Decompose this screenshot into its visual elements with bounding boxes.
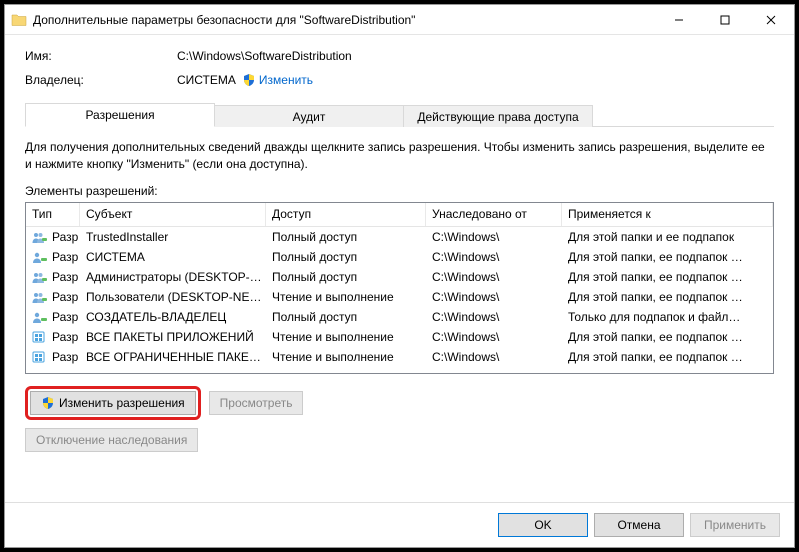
cancel-button[interactable]: Отмена (594, 513, 684, 537)
titlebar: Дополнительные параметры безопасности дл… (5, 5, 794, 35)
cell-access: Полный доступ (266, 270, 426, 284)
cell-applies: Для этой папки, ее подпапок … (562, 350, 773, 364)
maximize-button[interactable] (702, 5, 748, 35)
cell-subject: Пользователи (DESKTOP-NE… (80, 290, 266, 304)
disable-inheritance-button: Отключение наследования (25, 428, 198, 452)
col-subject[interactable]: Субъект (80, 203, 266, 226)
cell-subject: СОЗДАТЕЛЬ-ВЛАДЕЛЕЦ (80, 310, 266, 324)
view-button: Просмотреть (209, 391, 304, 415)
table-row[interactable]: Разр…ВСЕ ПАКЕТЫ ПРИЛОЖЕНИЙЧтение и выпол… (26, 327, 773, 347)
name-row: Имя: C:\Windows\SoftwareDistribution (25, 49, 774, 63)
cell-applies: Для этой папки, ее подпапок … (562, 330, 773, 344)
cell-inherit: C:\Windows\ (426, 330, 562, 344)
window-controls (656, 5, 794, 35)
shield-icon (242, 73, 256, 87)
cell-inherit: C:\Windows\ (426, 310, 562, 324)
section-label: Элементы разрешений: (25, 184, 774, 198)
content-area: Имя: C:\Windows\SoftwareDistribution Вла… (5, 35, 794, 502)
permissions-table: Тип Субъект Доступ Унаследовано от Приме… (25, 202, 774, 374)
cell-type: Разр… (26, 310, 80, 324)
tab-effective[interactable]: Действующие права доступа (403, 105, 593, 127)
cell-applies: Только для подпапок и файл… (562, 310, 773, 324)
cell-type: Разр… (26, 350, 80, 364)
cell-access: Полный доступ (266, 230, 426, 244)
table-row[interactable]: Разр…ВСЕ ОГРАНИЧЕННЫЕ ПАКЕТ…Чтение и вып… (26, 347, 773, 367)
table-header: Тип Субъект Доступ Унаследовано от Приме… (26, 203, 773, 227)
description-text: Для получения дополнительных сведений дв… (25, 139, 774, 174)
table-row[interactable]: Разр…СИСТЕМАПолный доступC:\Windows\Для … (26, 247, 773, 267)
table-row[interactable]: Разр…TrustedInstallerПолный доступC:\Win… (26, 227, 773, 247)
cell-subject: СИСТЕМА (80, 250, 266, 264)
cell-inherit: C:\Windows\ (426, 290, 562, 304)
col-inherit[interactable]: Унаследовано от (426, 203, 562, 226)
inherit-button-row: Отключение наследования (25, 428, 774, 452)
cell-applies: Для этой папки и ее подпапок (562, 230, 773, 244)
window-title: Дополнительные параметры безопасности дл… (33, 13, 656, 27)
cell-inherit: C:\Windows\ (426, 350, 562, 364)
owner-row: Владелец: СИСТЕМА Изменить (25, 73, 774, 87)
table-row[interactable]: Разр…Пользователи (DESKTOP-NE…Чтение и в… (26, 287, 773, 307)
cell-applies: Для этой папки, ее подпапок … (562, 290, 773, 304)
change-permissions-button[interactable]: Изменить разрешения (30, 391, 196, 415)
cell-subject: ВСЕ ОГРАНИЧЕННЫЕ ПАКЕТ… (80, 350, 266, 364)
tab-audit[interactable]: Аудит (214, 105, 404, 127)
cell-type: Разр… (26, 290, 80, 304)
apply-button: Применить (690, 513, 780, 537)
action-button-row: Изменить разрешения Просмотреть (25, 386, 774, 420)
cell-access: Полный доступ (266, 310, 426, 324)
cell-type: Разр… (26, 270, 80, 284)
name-value: C:\Windows\SoftwareDistribution (177, 49, 352, 63)
cell-access: Чтение и выполнение (266, 330, 426, 344)
cell-type: Разр… (26, 250, 80, 264)
cell-applies: Для этой папки, ее подпапок … (562, 270, 773, 284)
close-button[interactable] (748, 5, 794, 35)
owner-value: СИСТЕМА (177, 73, 236, 87)
cell-access: Чтение и выполнение (266, 350, 426, 364)
col-applies[interactable]: Применяется к (562, 203, 773, 226)
cell-inherit: C:\Windows\ (426, 270, 562, 284)
col-type[interactable]: Тип (26, 203, 80, 226)
cell-type: Разр… (26, 330, 80, 344)
cell-type: Разр… (26, 230, 80, 244)
name-label: Имя: (25, 49, 177, 63)
cell-applies: Для этой папки, ее подпапок … (562, 250, 773, 264)
folder-icon (11, 12, 27, 28)
cell-subject: TrustedInstaller (80, 230, 266, 244)
table-body: Разр…TrustedInstallerПолный доступC:\Win… (26, 227, 773, 367)
security-dialog: Дополнительные параметры безопасности дл… (4, 4, 795, 548)
cell-access: Чтение и выполнение (266, 290, 426, 304)
dialog-button-bar: OK Отмена Применить (5, 502, 794, 547)
tabs-container: Разрешения Аудит Действующие права досту… (25, 103, 774, 127)
cell-access: Полный доступ (266, 250, 426, 264)
tab-permissions[interactable]: Разрешения (25, 103, 215, 127)
cell-inherit: C:\Windows\ (426, 230, 562, 244)
highlight-annotation: Изменить разрешения (25, 386, 201, 420)
cell-subject: ВСЕ ПАКЕТЫ ПРИЛОЖЕНИЙ (80, 330, 266, 344)
table-row[interactable]: Разр…Администраторы (DESKTOP-…Полный дос… (26, 267, 773, 287)
cell-inherit: C:\Windows\ (426, 250, 562, 264)
cell-subject: Администраторы (DESKTOP-… (80, 270, 266, 284)
shield-icon (41, 396, 55, 410)
col-access[interactable]: Доступ (266, 203, 426, 226)
owner-label: Владелец: (25, 73, 177, 87)
table-row[interactable]: Разр…СОЗДАТЕЛЬ-ВЛАДЕЛЕЦПолный доступC:\W… (26, 307, 773, 327)
change-owner-link[interactable]: Изменить (259, 73, 313, 87)
minimize-button[interactable] (656, 5, 702, 35)
ok-button[interactable]: OK (498, 513, 588, 537)
